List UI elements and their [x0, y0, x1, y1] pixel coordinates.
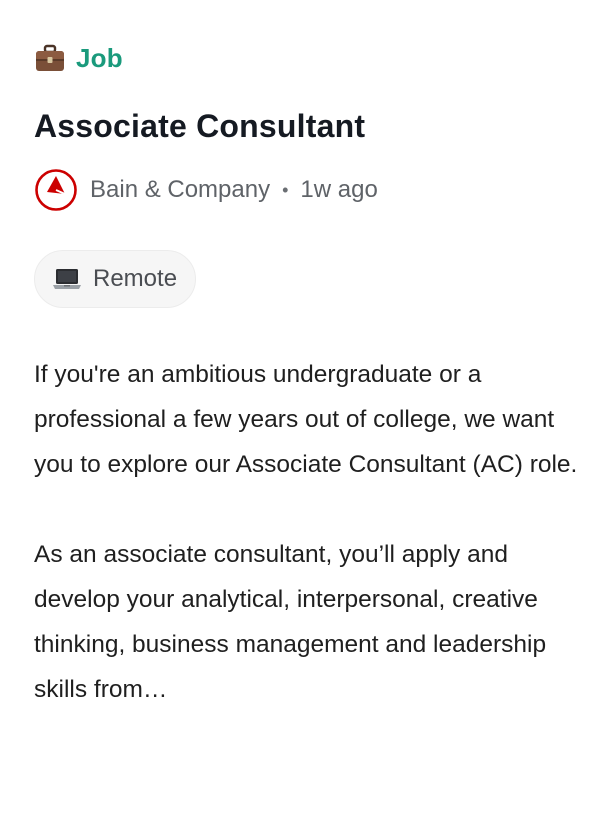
separator-dot: •: [282, 179, 289, 200]
description-paragraph: If you're an ambitious undergraduate or …: [34, 361, 578, 478]
company-name[interactable]: Bain & Company: [90, 176, 270, 204]
company-row: Bain & Company • 1w ago: [34, 168, 378, 212]
laptop-icon: [53, 269, 81, 289]
job-card[interactable]: Job Associate Consultant Bain & Company …: [0, 0, 616, 824]
job-title[interactable]: Associate Consultant: [34, 108, 365, 145]
post-type-label: Job: [76, 42, 123, 73]
location-chip-label: Remote: [93, 265, 178, 292]
briefcase-icon: [36, 44, 64, 71]
post-type: Job: [34, 42, 123, 74]
posted-time: 1w ago: [300, 176, 378, 203]
bain-logo-icon[interactable]: [34, 168, 78, 212]
description-paragraph: As an associate consultant, you’ll apply…: [34, 541, 547, 703]
job-description: If you're an ambitious undergraduate or …: [34, 352, 582, 712]
location-chip[interactable]: Remote: [34, 250, 197, 308]
